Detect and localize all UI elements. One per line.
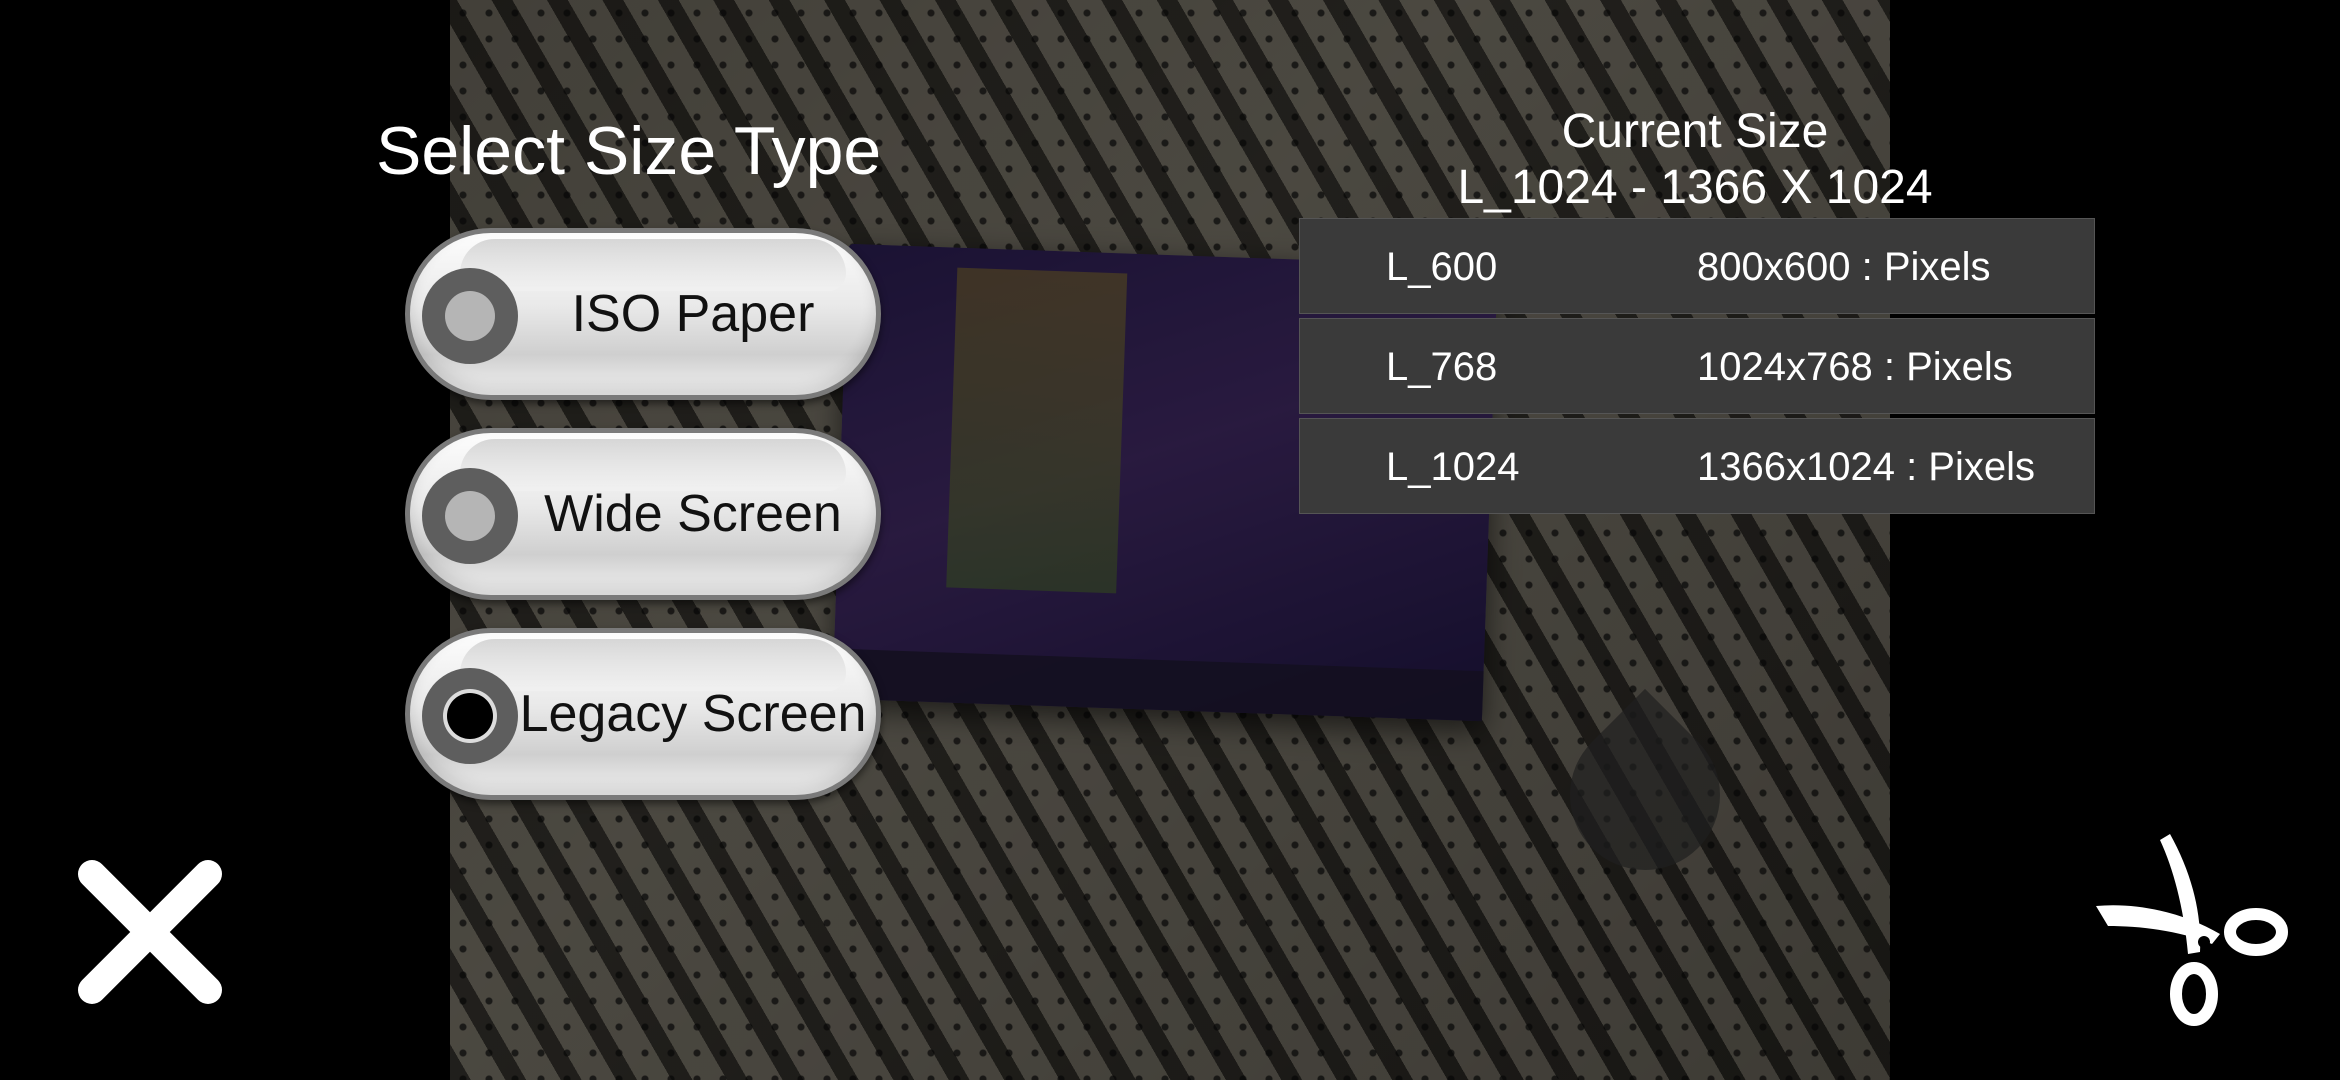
size-type-iso-paper-button[interactable]: ISO Paper: [405, 228, 881, 400]
size-option-l768[interactable]: L_768 1024x768 : Pixels: [1299, 318, 2095, 414]
size-list: L_600 800x600 : Pixels L_768 1024x768 : …: [1299, 218, 2095, 518]
radio-indicator: [422, 268, 518, 364]
current-size-heading: Current Size: [1561, 105, 1829, 158]
size-name: L_768: [1386, 345, 1498, 389]
size-name: L_1024: [1386, 445, 1520, 489]
size-type-label: Legacy Screen: [519, 685, 867, 743]
size-option-l600[interactable]: L_600 800x600 : Pixels: [1299, 218, 2095, 314]
page-title: Select Size Type: [376, 113, 882, 189]
radio-indicator-selected: [422, 668, 518, 764]
size-dimensions: 1366x1024 : Pixels: [1697, 445, 2036, 489]
screen: Select Size Type ISO Paper Wide Screen L…: [0, 0, 2340, 1080]
close-icon[interactable]: [70, 852, 230, 1012]
size-type-wide-screen-button[interactable]: Wide Screen: [405, 428, 881, 600]
size-type-label: Wide Screen: [544, 485, 842, 543]
size-dimensions: 1024x768 : Pixels: [1697, 345, 2013, 389]
size-name: L_600: [1386, 245, 1498, 289]
scissors-icon[interactable]: [2090, 830, 2290, 1030]
size-option-l1024[interactable]: L_1024 1366x1024 : Pixels: [1299, 418, 2095, 514]
size-type-label: ISO Paper: [571, 285, 815, 343]
size-type-legacy-screen-button[interactable]: Legacy Screen: [405, 628, 881, 800]
radio-indicator: [422, 468, 518, 564]
size-dimensions: 800x600 : Pixels: [1697, 245, 1991, 289]
current-size-value: L_1024 - 1366 X 1024: [1457, 161, 1933, 214]
